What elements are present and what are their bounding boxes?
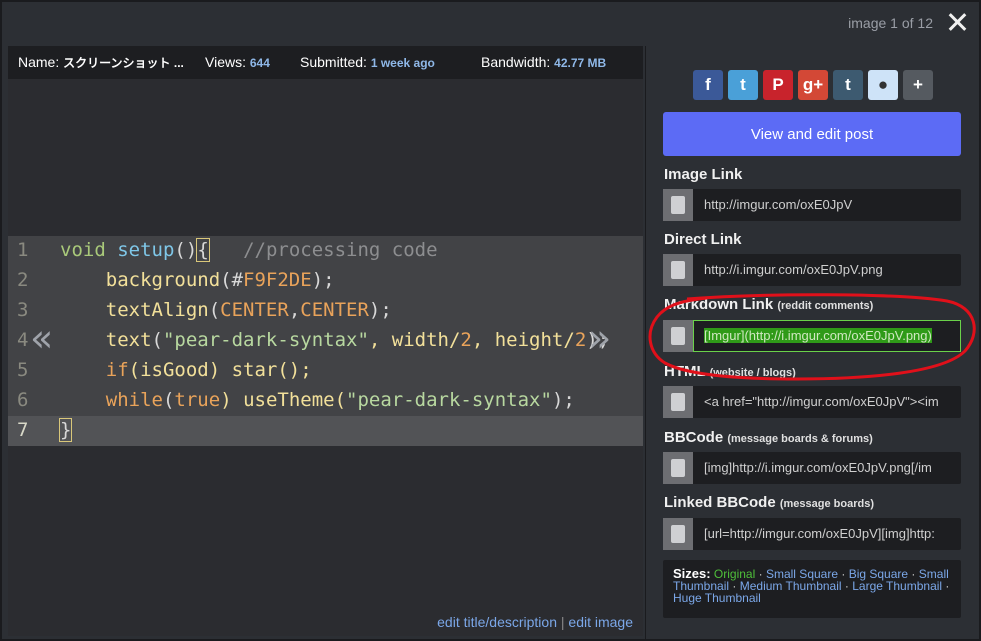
info-name: Name: スクリーンショット ...	[18, 54, 184, 70]
image-link-label: Image Link	[664, 166, 743, 183]
more-icon[interactable]: +	[903, 70, 933, 100]
code-line: 1 void setup(){ //processing code	[17, 238, 438, 262]
sizes-box: Sizes: Original · Small Square · Big Squ…	[663, 560, 961, 618]
info-submitted: Submitted: 1 week ago	[300, 54, 435, 70]
code-image: 1 void setup(){ //processing code 2 back…	[8, 236, 643, 446]
markdown-link-selected-text: [Imgur](http://i.imgur.com/oxE0JpV.png)	[704, 328, 932, 343]
next-image-arrow[interactable]: »	[588, 316, 611, 360]
bandwidth-value: 42.77 MB	[554, 56, 607, 70]
bbcode-field[interactable]: [img]http://i.imgur.com/oxE0JpV.png[/im	[663, 452, 961, 484]
code-line: 2 background(#F9F2DE);	[17, 269, 335, 291]
html-field[interactable]: <a href="http://imgur.com/oxE0JpV"><im	[663, 386, 961, 418]
html-label: HTML (website / blogs)	[664, 363, 796, 380]
image-modal: image 1 of 12 Name: スクリーンショット ... Views:…	[0, 0, 981, 641]
twitter-icon[interactable]: t	[728, 70, 758, 100]
bbcode-label: BBCode (message boards & forums)	[664, 429, 873, 446]
edit-image-link[interactable]: edit image	[568, 614, 633, 630]
submitted-value: 1 week ago	[370, 56, 435, 70]
image-info-bar: Name: スクリーンショット ... Views: 644 Submitted…	[8, 46, 643, 79]
image-thumb-icon	[663, 386, 693, 418]
code-line: 6 while(true) useTheme("pear-dark-syntax…	[17, 389, 575, 411]
direct-link-field[interactable]: http://i.imgur.com/oxE0JpV.png	[663, 254, 961, 286]
name-value: スクリーンショット ...	[63, 56, 184, 70]
pinterest-icon[interactable]: P	[763, 70, 793, 100]
size-large-thumbnail[interactable]: Large Thumbnail	[852, 579, 942, 593]
share-panel: f t Pg+ t ● + View and edit post Image Link h…	[645, 46, 979, 639]
view-edit-post-button[interactable]: View and edit post	[663, 112, 961, 156]
markdown-link-label: Markdown Link (reddit comments)	[664, 296, 874, 313]
code-line-current: 7 }	[8, 416, 643, 446]
markdown-link-field[interactable]: [Imgur](http://i.imgur.com/oxE0JpV.png)	[663, 320, 961, 352]
size-huge-thumbnail[interactable]: Huge Thumbnail	[673, 591, 761, 605]
image-thumb-icon	[663, 320, 693, 352]
close-icon[interactable]	[945, 10, 969, 34]
info-views: Views: 644	[205, 54, 270, 70]
image-thumb-icon	[663, 518, 693, 550]
views-value: 644	[249, 56, 270, 70]
image-thumb-icon	[663, 189, 693, 221]
direct-link-label: Direct Link	[664, 231, 742, 248]
image-viewer: Name: スクリーンショット ... Views: 644 Submitted…	[8, 46, 643, 636]
code-line: 4 text("pear-dark-syntax", width/2, heig…	[17, 329, 610, 351]
linked-bbcode-label: Linked BBCode (message boards)	[664, 494, 875, 511]
edit-links: edit title/description | edit image	[437, 614, 633, 630]
reddit-icon[interactable]: ●	[868, 70, 898, 100]
prev-image-arrow[interactable]: «	[30, 316, 53, 360]
code-line: 5 if(isGood) star();	[17, 359, 312, 381]
info-bandwidth: Bandwidth: 42.77 MB	[481, 54, 607, 70]
image-thumb-icon	[663, 254, 693, 286]
image-link-field[interactable]: http://imgur.com/oxE0JpV	[663, 189, 961, 221]
image-thumb-icon	[663, 452, 693, 484]
image-counter: image 1 of 12	[848, 15, 933, 31]
linked-bbcode-field[interactable]: [url=http://imgur.com/oxE0JpV][img]http:	[663, 518, 961, 550]
googleplus-icon[interactable]: g+	[798, 70, 828, 100]
code-line: 3 textAlign(CENTER,CENTER);	[17, 299, 392, 321]
modal-header: image 1 of 12	[2, 2, 979, 44]
facebook-icon[interactable]: f	[693, 70, 723, 100]
edit-title-link[interactable]: edit title/description	[437, 614, 557, 630]
tumblr-icon[interactable]: t	[833, 70, 863, 100]
